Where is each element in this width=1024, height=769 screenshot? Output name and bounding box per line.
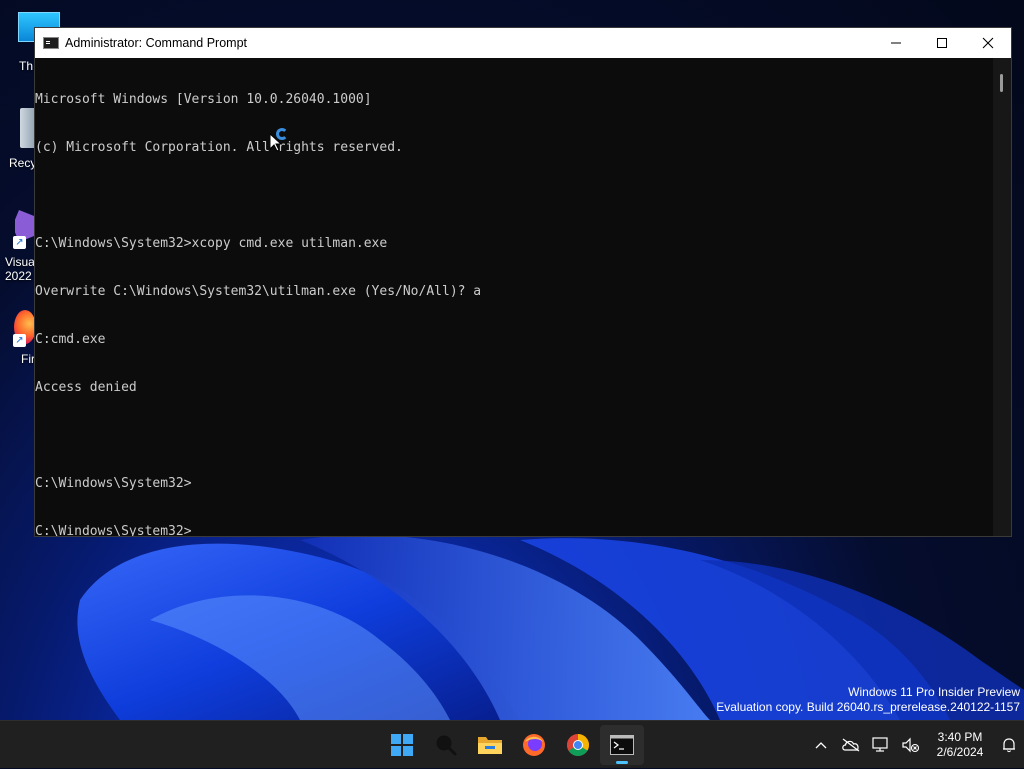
chrome-icon xyxy=(567,734,589,756)
console-line: C:\Windows\System32>xcopy cmd.exe utilma… xyxy=(35,236,388,251)
clock-time: 3:40 PM xyxy=(937,730,983,744)
chevron-up-icon xyxy=(815,742,827,749)
minimize-icon xyxy=(891,42,901,44)
search-button[interactable] xyxy=(424,725,468,765)
taskbar-apps xyxy=(380,725,644,765)
desktop-icon-label: Recy xyxy=(9,156,37,170)
file-explorer-icon xyxy=(478,737,502,754)
start-button[interactable] xyxy=(380,725,424,765)
maximize-button[interactable] xyxy=(919,28,965,58)
maximize-icon xyxy=(937,38,947,48)
volume-muted-icon xyxy=(902,737,920,753)
console-line: C:\Windows\System32> xyxy=(35,476,192,491)
desktop-icon-label: Visua xyxy=(5,255,35,269)
scrollbar-thumb[interactable] xyxy=(1000,74,1003,92)
clock-button[interactable]: 3:40 PM 2/6/2024 xyxy=(926,730,994,760)
shortcut-arrow-icon: ↗ xyxy=(13,334,26,347)
windows-watermark: Windows 11 Pro Insider Preview Evaluatio… xyxy=(716,685,1020,715)
desktop-icon-label: Th xyxy=(19,59,34,73)
cloud-offline-icon xyxy=(842,738,860,752)
start-icon xyxy=(391,734,413,756)
firefox-icon xyxy=(523,734,545,756)
console-line: C:cmd.exe xyxy=(35,332,106,347)
file-explorer-button[interactable] xyxy=(468,725,512,765)
console-line: Microsoft Windows [Version 10.0.26040.10… xyxy=(35,92,372,107)
minimize-button[interactable] xyxy=(873,28,919,58)
clock-date: 2/6/2024 xyxy=(936,745,984,759)
onedrive-button[interactable] xyxy=(836,725,866,765)
firefox-button[interactable] xyxy=(512,725,556,765)
show-hidden-icons-button[interactable] xyxy=(806,725,836,765)
title-bar[interactable]: Administrator: Command Prompt xyxy=(35,28,1011,58)
bell-icon xyxy=(1003,738,1015,753)
watermark-build: Evaluation copy. Build 26040.rs_prerelea… xyxy=(716,700,1020,714)
command-prompt-icon xyxy=(43,37,59,49)
command-prompt-window[interactable]: Administrator: Command Prompt Microsoft … xyxy=(34,27,1012,537)
network-button[interactable] xyxy=(866,725,896,765)
desktop-icon-label: Fir xyxy=(21,352,35,366)
vertical-scrollbar[interactable] xyxy=(993,58,1011,536)
console-line: (c) Microsoft Corporation. All rights re… xyxy=(35,140,403,155)
terminal-icon xyxy=(610,735,634,755)
close-button[interactable] xyxy=(965,28,1011,58)
system-tray: 3:40 PM 2/6/2024 xyxy=(806,721,1024,769)
shortcut-arrow-icon: ↗ xyxy=(13,236,26,249)
window-title: Administrator: Command Prompt xyxy=(65,36,248,50)
busy-spinner-icon xyxy=(276,128,288,140)
close-icon xyxy=(982,37,994,49)
watermark-edition: Windows 11 Pro Insider Preview xyxy=(848,685,1020,699)
terminal-button[interactable] xyxy=(600,725,644,765)
chrome-button[interactable] xyxy=(556,725,600,765)
console-output[interactable]: Microsoft Windows [Version 10.0.26040.10… xyxy=(35,58,993,536)
console-line: Overwrite C:\Windows\System32\utilman.ex… xyxy=(35,284,482,299)
taskbar: 3:40 PM 2/6/2024 xyxy=(0,720,1024,768)
console-line: C:\Windows\System32> xyxy=(35,524,192,536)
volume-button[interactable] xyxy=(896,725,926,765)
search-icon xyxy=(436,735,457,756)
console-line: Access denied xyxy=(35,380,137,395)
notifications-button[interactable] xyxy=(994,725,1024,765)
network-icon xyxy=(872,737,888,752)
